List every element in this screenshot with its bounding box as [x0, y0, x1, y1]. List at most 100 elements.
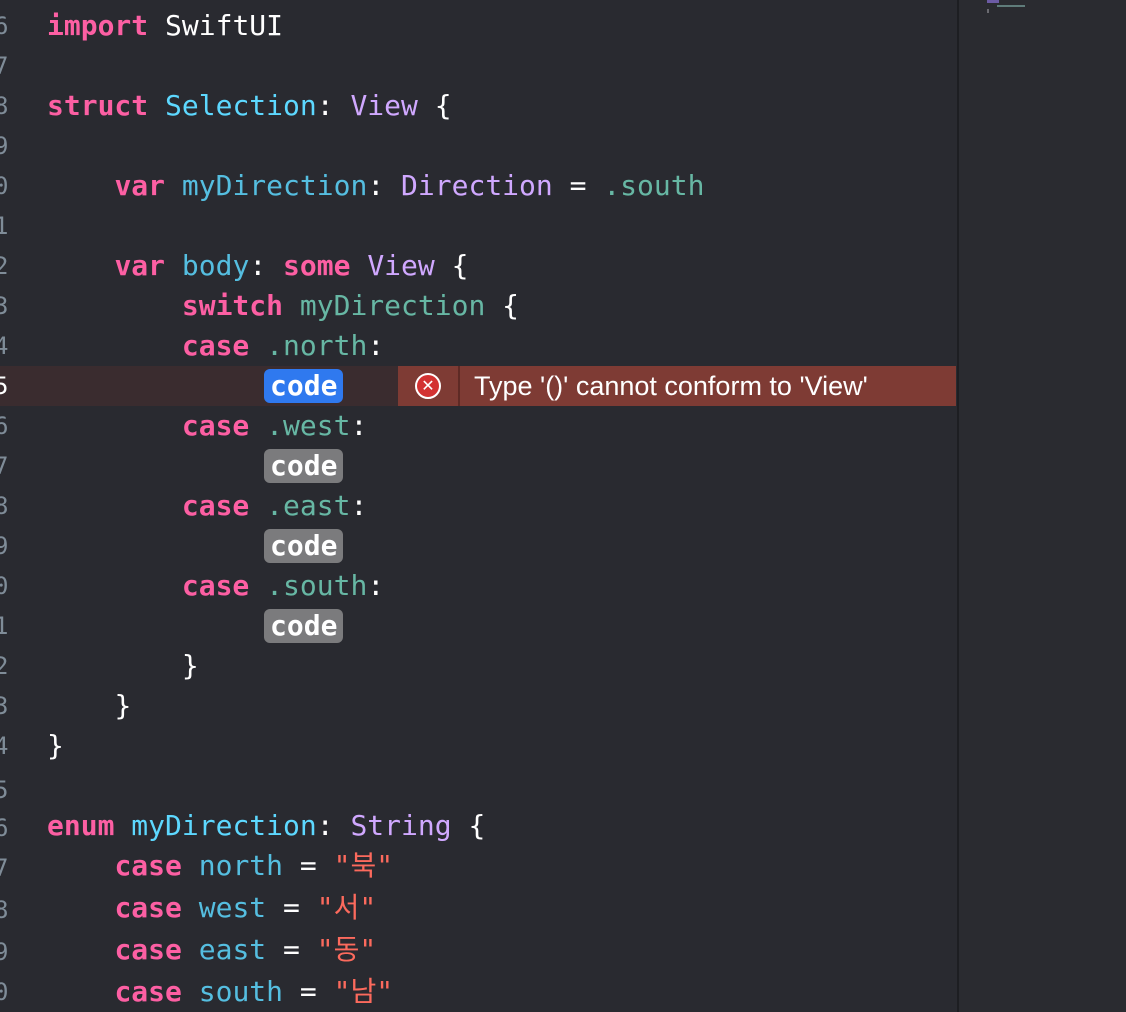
code-line-import[interactable]: import SwiftUI: [47, 6, 283, 46]
case-keyword: case: [181, 569, 250, 602]
west-case: .west: [266, 409, 351, 442]
line-number: 8: [0, 92, 9, 120]
code-line-case-north[interactable]: case .north:: [47, 326, 384, 366]
code-line-struct[interactable]: struct Selection: View {: [47, 86, 452, 126]
code-line-switch[interactable]: switch myDirection {: [47, 286, 519, 326]
code-placeholder-active[interactable]: code: [264, 368, 344, 403]
line-number: 2: [0, 252, 9, 280]
code-line-placeholder[interactable]: code: [264, 526, 344, 566]
close-brace: }: [181, 649, 199, 682]
switch-subject: myDirection: [299, 289, 486, 322]
line-number: 9: [0, 532, 9, 560]
close-brace: }: [47, 729, 64, 762]
error-message: Type '()' cannot conform to 'View': [474, 370, 868, 401]
code-placeholder[interactable]: code: [264, 608, 344, 643]
error-icon-container[interactable]: ✕: [398, 366, 460, 406]
south-case: .south: [266, 569, 368, 602]
code-line-placeholder[interactable]: code: [264, 446, 344, 486]
var-keyword: var: [114, 249, 166, 282]
enum-case-name: south: [198, 975, 284, 1008]
code-line-enum-west[interactable]: case west = "서": [47, 888, 376, 928]
code-line-case-west[interactable]: case .west:: [47, 406, 367, 446]
code-line-placeholder-active[interactable]: code: [264, 366, 344, 406]
code-line-close-switch[interactable]: }: [47, 646, 199, 686]
direction-type: Direction: [401, 169, 553, 202]
colon: :: [316, 89, 334, 122]
struct-keyword: struct: [47, 89, 149, 122]
enum-keyword: enum: [47, 809, 115, 842]
view-type: View: [367, 249, 435, 282]
line-number: 7: [0, 452, 9, 480]
line-number: 9: [0, 938, 9, 966]
code-line-placeholder[interactable]: code: [264, 606, 344, 646]
switch-keyword: switch: [181, 289, 284, 322]
case-keyword: case: [114, 975, 182, 1008]
case-keyword: case: [181, 409, 250, 442]
code-line-enum-north[interactable]: case north = "북": [47, 846, 393, 886]
equals-sign: =: [299, 975, 317, 1008]
line-number-current: 5: [0, 372, 9, 400]
case-keyword: case: [181, 489, 250, 522]
raw-value-string: "북": [333, 849, 394, 882]
line-number: 8: [0, 896, 9, 924]
line-number: 5: [0, 776, 9, 804]
line-number: 0: [0, 572, 9, 600]
code-editor[interactable]: 6 7 8 9 0 1 2 3 4 5 6 7 8 9 0 1 2 3 4 5 …: [0, 0, 1126, 1012]
open-brace: {: [451, 249, 469, 282]
enum-case-name: north: [198, 849, 284, 882]
line-number: 3: [0, 692, 9, 720]
colon: :: [350, 409, 368, 442]
code-line-var-direction[interactable]: var myDirection: Direction = .south: [47, 166, 704, 206]
raw-value-string: "서": [316, 891, 377, 924]
colon: :: [367, 169, 385, 202]
north-case: .north: [266, 329, 368, 362]
struct-name: Selection: [165, 89, 317, 122]
open-brace: {: [468, 809, 486, 842]
line-number: 6: [0, 412, 9, 440]
line-number: 0: [0, 172, 9, 200]
enum-case-name: east: [198, 933, 267, 966]
case-keyword: case: [181, 329, 250, 362]
colon: :: [367, 329, 385, 362]
code-line-enum-east[interactable]: case east = "동": [47, 930, 376, 970]
code-line-enum[interactable]: enum myDirection: String {: [47, 806, 485, 846]
code-line-body[interactable]: var body: some View {: [47, 246, 468, 286]
south-value: .south: [603, 169, 705, 202]
body-property: body: [181, 249, 250, 282]
some-keyword: some: [283, 249, 351, 282]
equals-sign: =: [283, 933, 300, 966]
east-case: .east: [266, 489, 351, 522]
view-type: View: [350, 89, 418, 122]
case-keyword: case: [114, 933, 182, 966]
error-x-icon[interactable]: ✕: [415, 373, 441, 399]
minimap-mark: [997, 5, 1025, 7]
raw-value-string: "동": [316, 933, 377, 966]
line-number: 0: [0, 978, 9, 1006]
code-line-case-south[interactable]: case .south:: [47, 566, 384, 606]
code-placeholder[interactable]: code: [264, 528, 344, 563]
line-number: 1: [0, 612, 9, 640]
equals-sign: =: [299, 849, 317, 882]
line-number: 7: [0, 52, 9, 80]
import-keyword: import: [47, 9, 149, 42]
case-keyword: case: [114, 849, 182, 882]
inline-error-banner[interactable]: ✕ Type '()' cannot conform to 'View': [398, 366, 956, 406]
equals-sign: =: [569, 169, 587, 202]
minimap[interactable]: [959, 0, 1126, 1012]
line-number: 8: [0, 492, 9, 520]
minimap-mark: [987, 9, 989, 13]
colon: :: [367, 569, 385, 602]
module-name: SwiftUI: [165, 9, 284, 42]
code-line-enum-south[interactable]: case south = "남": [47, 972, 393, 1012]
property-name: myDirection: [181, 169, 368, 202]
line-number: 7: [0, 854, 9, 882]
line-number: 2: [0, 652, 9, 680]
var-keyword: var: [114, 169, 166, 202]
colon: :: [316, 809, 334, 842]
code-line-close-struct[interactable]: }: [47, 726, 64, 766]
code-line-case-east[interactable]: case .east:: [47, 486, 367, 526]
line-number: 6: [0, 814, 9, 842]
code-line-close-body[interactable]: }: [47, 686, 131, 726]
minimap-mark: [987, 0, 999, 3]
code-placeholder[interactable]: code: [264, 448, 344, 483]
